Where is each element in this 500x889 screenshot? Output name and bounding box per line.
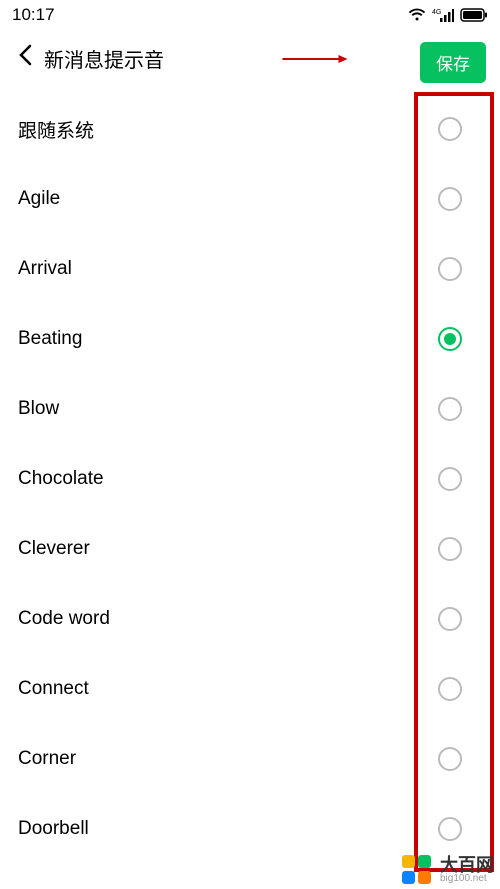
save-button[interactable]: 保存 xyxy=(420,42,486,83)
arrow-annotation xyxy=(250,54,380,64)
svg-text:4G: 4G xyxy=(432,9,441,16)
sound-label: Doorbell xyxy=(18,818,89,840)
radio-button[interactable] xyxy=(438,607,462,631)
sound-label: Cleverer xyxy=(18,538,90,560)
radio-button[interactable] xyxy=(438,537,462,561)
chevron-left-icon xyxy=(18,44,32,66)
sound-option[interactable]: Blow xyxy=(0,374,500,444)
status-bar: 10:17 4G xyxy=(0,0,500,30)
sound-option[interactable]: 跟随系统 xyxy=(0,94,500,164)
sound-label: 跟随系统 xyxy=(18,116,94,143)
sound-label: Corner xyxy=(18,748,76,770)
signal-icon: 4G xyxy=(432,8,454,22)
sound-option[interactable]: Code word xyxy=(0,584,500,654)
battery-icon xyxy=(460,8,488,22)
sound-option[interactable]: Corner xyxy=(0,724,500,794)
header: 新消息提示音 保存 xyxy=(0,30,500,86)
radio-button[interactable] xyxy=(438,257,462,281)
radio-button[interactable] xyxy=(438,187,462,211)
watermark: 大百网 big100.net xyxy=(400,853,494,887)
sound-label: Beating xyxy=(18,328,82,350)
watermark-logo-icon xyxy=(400,853,434,887)
watermark-sub: big100.net xyxy=(440,874,494,884)
sound-label: Blow xyxy=(18,398,59,420)
radio-button[interactable] xyxy=(438,677,462,701)
back-button[interactable] xyxy=(12,44,38,72)
watermark-main: 大百网 xyxy=(440,856,494,874)
wifi-icon xyxy=(408,8,426,22)
sound-label: Arrival xyxy=(18,258,72,280)
radio-button[interactable] xyxy=(438,397,462,421)
sound-label: Chocolate xyxy=(18,468,104,490)
sound-label: Agile xyxy=(18,188,60,210)
radio-button[interactable] xyxy=(438,817,462,841)
sound-option[interactable]: Arrival xyxy=(0,234,500,304)
sound-list: 跟随系统 Agile Arrival Beating Blow Chocolate Clev… xyxy=(0,86,500,864)
radio-button[interactable] xyxy=(438,467,462,491)
page-title: 新消息提示音 xyxy=(44,44,164,73)
sound-option[interactable]: Connect xyxy=(0,654,500,724)
sound-option[interactable]: Chocolate xyxy=(0,444,500,514)
sound-option[interactable]: Beating xyxy=(0,304,500,374)
sound-option[interactable]: Cleverer xyxy=(0,514,500,584)
radio-button[interactable] xyxy=(438,747,462,771)
sound-option[interactable]: Agile xyxy=(0,164,500,234)
radio-button[interactable] xyxy=(438,327,462,351)
sound-label: Code word xyxy=(18,608,110,630)
watermark-text: 大百网 big100.net xyxy=(440,856,494,884)
radio-button[interactable] xyxy=(438,117,462,141)
status-time: 10:17 xyxy=(12,5,55,25)
sound-label: Connect xyxy=(18,678,89,700)
status-icons: 4G xyxy=(408,8,488,22)
